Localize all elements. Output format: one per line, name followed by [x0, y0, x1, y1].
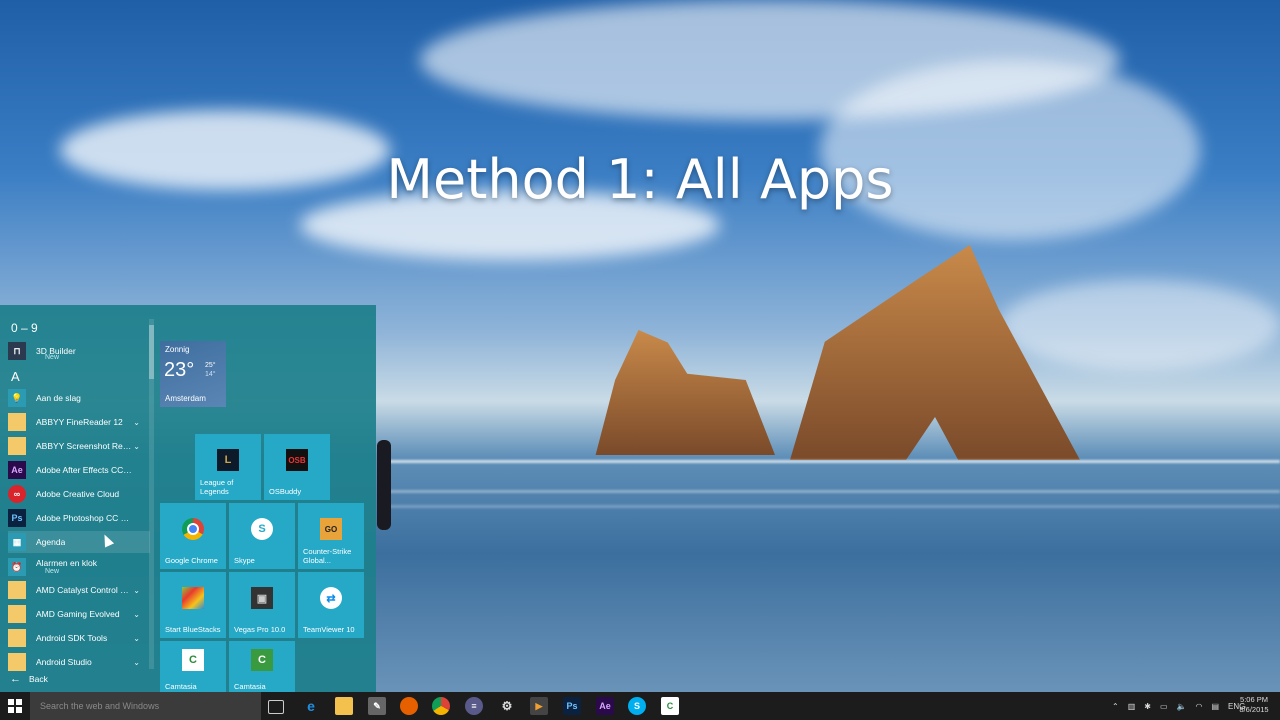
folder-icon [8, 653, 26, 671]
app-photoshop[interactable]: Ps Adobe Photoshop CC 2014 [8, 507, 150, 529]
csgo-icon: GO [320, 518, 342, 541]
media-player-icon[interactable]: ▶ [530, 697, 548, 715]
league-of-legends-icon: L [217, 449, 239, 472]
teamviewer-icon: ⇄ [320, 587, 342, 610]
scrollbar-thumb[interactable] [149, 325, 154, 379]
bluestacks-icon [182, 587, 204, 610]
system-tray: ⌃ ▥ ✱ ▭ 🔈 ◠ ▤ ENG [1112, 692, 1245, 720]
settings-gear-icon[interactable]: ⚙ [498, 697, 516, 715]
tile-weather[interactable]: Zonnig 23° 25° 14° Amsterdam [160, 341, 226, 407]
alarm-clock-icon: ⏰ [8, 558, 26, 576]
store-icon[interactable]: ✎ [368, 697, 386, 715]
runner-silhouette [377, 440, 391, 530]
camtasia-icon: C [182, 649, 204, 672]
bluetooth-icon[interactable]: ✱ [1144, 702, 1151, 711]
chrome-taskbar-icon[interactable] [432, 697, 450, 715]
wifi-icon[interactable]: ◠ [1196, 702, 1203, 711]
task-view-icon[interactable] [268, 700, 284, 714]
3d-builder-icon: ⊓ [8, 342, 26, 360]
start-menu: 0 – 9 ⊓ 3D Builder New A 💡 Aan de slag A… [0, 305, 376, 692]
arrow-left-icon: ← [10, 673, 21, 685]
back-button[interactable]: ← Back [10, 673, 48, 685]
winamp-icon[interactable]: ≡ [465, 697, 483, 715]
app-abbyy-finereader[interactable]: ABBYY FineReader 12 ⌄ [8, 411, 150, 433]
calendar-icon: ▦ [8, 533, 26, 551]
tile-camtasia-2[interactable]: C Camtasia [229, 641, 295, 692]
photoshop-taskbar-icon[interactable]: Ps [563, 697, 581, 715]
app-alarmen-en-klok[interactable]: ⏰ Alarmen en klok New [8, 555, 150, 579]
tile-league-of-legends[interactable]: L League of Legends [195, 434, 261, 500]
after-effects-taskbar-icon[interactable]: Ae [596, 697, 614, 715]
clock-time: 5:06 PM [1240, 695, 1268, 704]
clock-date: 8/6/2015 [1239, 705, 1269, 714]
app-aan-de-slag[interactable]: 💡 Aan de slag [8, 387, 150, 409]
clock[interactable]: 5:06 PM 8/6/2015 [1236, 695, 1272, 715]
rock-left [595, 330, 775, 455]
search-input[interactable]: Search the web and Windows [30, 692, 261, 720]
folder-icon [8, 437, 26, 455]
edge-icon[interactable]: e [302, 697, 320, 715]
tile-camtasia-1[interactable]: C Camtasia [160, 641, 226, 692]
app-creative-cloud[interactable]: ∞ Adobe Creative Cloud [8, 483, 150, 505]
tile-bluestacks[interactable]: Start BlueStacks [160, 572, 226, 638]
folder-icon [8, 605, 26, 623]
chevron-down-icon[interactable]: ⌄ [133, 586, 140, 595]
tile-counter-strike[interactable]: GO Counter-Strike Global... [298, 503, 364, 569]
camtasia-taskbar-icon[interactable]: C [661, 697, 679, 715]
photoshop-icon: Ps [8, 509, 26, 527]
app-abbyy-screenshot-reader[interactable]: ABBYY Screenshot Reader ⌄ [8, 435, 150, 457]
battery-icon[interactable]: ▭ [1160, 702, 1168, 711]
overlay-title: Method 1: All Apps [386, 148, 894, 211]
taskbar: Search the web and Windows e ✎ ≡ ⚙ ▶ Ps … [0, 692, 1280, 720]
folder-icon [8, 413, 26, 431]
app-android-studio[interactable]: Android Studio ⌄ [8, 651, 150, 673]
chevron-down-icon[interactable]: ⌄ [133, 442, 140, 451]
network-icon[interactable]: ▥ [1128, 702, 1136, 711]
group-header-a[interactable]: A [11, 369, 20, 384]
start-button[interactable] [8, 699, 22, 713]
camtasia-recorder-icon: C [251, 649, 273, 672]
osbuddy-icon: OSB [286, 449, 308, 472]
app-android-sdk-tools[interactable]: Android SDK Tools ⌄ [8, 627, 150, 649]
lightbulb-icon: 💡 [8, 389, 26, 407]
folder-icon [8, 581, 26, 599]
tile-teamviewer[interactable]: ⇄ TeamViewer 10 [298, 572, 364, 638]
folder-icon [8, 629, 26, 647]
app-amd-gaming-evolved[interactable]: AMD Gaming Evolved ⌄ [8, 603, 150, 625]
chevron-down-icon[interactable]: ⌄ [133, 634, 140, 643]
file-explorer-icon[interactable] [335, 697, 353, 715]
notifications-icon[interactable]: ▤ [1211, 702, 1219, 711]
app-after-effects[interactable]: Ae Adobe After Effects CC 2014 [8, 459, 150, 481]
creative-cloud-icon: ∞ [8, 485, 26, 503]
app-amd-catalyst[interactable]: AMD Catalyst Control C... ⌄ [8, 579, 150, 601]
tile-skype[interactable]: S Skype [229, 503, 295, 569]
chrome-icon [182, 518, 204, 541]
tile-vegas-pro[interactable]: ▣ Vegas Pro 10.0 [229, 572, 295, 638]
firefox-icon[interactable] [400, 697, 418, 715]
chevron-down-icon[interactable]: ⌄ [133, 418, 140, 427]
skype-taskbar-icon[interactable]: S [628, 697, 646, 715]
tile-osbuddy[interactable]: OSB OSBuddy [264, 434, 330, 500]
app-3d-builder[interactable]: ⊓ 3D Builder New [8, 340, 150, 362]
chevron-down-icon[interactable]: ⌄ [133, 610, 140, 619]
tile-google-chrome[interactable]: Google Chrome [160, 503, 226, 569]
after-effects-icon: Ae [8, 461, 26, 479]
vegas-pro-icon: ▣ [251, 587, 273, 610]
chevron-up-icon[interactable]: ⌃ [1112, 702, 1119, 711]
skype-icon: S [251, 518, 273, 541]
volume-icon[interactable]: 🔈 [1177, 702, 1187, 711]
app-list-scrollbar[interactable] [149, 319, 154, 669]
all-apps-list: 0 – 9 ⊓ 3D Builder New A 💡 Aan de slag A… [0, 315, 150, 673]
group-header-0-9[interactable]: 0 – 9 [11, 321, 38, 335]
chevron-down-icon[interactable]: ⌄ [133, 658, 140, 667]
app-agenda[interactable]: ▦ Agenda [8, 531, 150, 553]
